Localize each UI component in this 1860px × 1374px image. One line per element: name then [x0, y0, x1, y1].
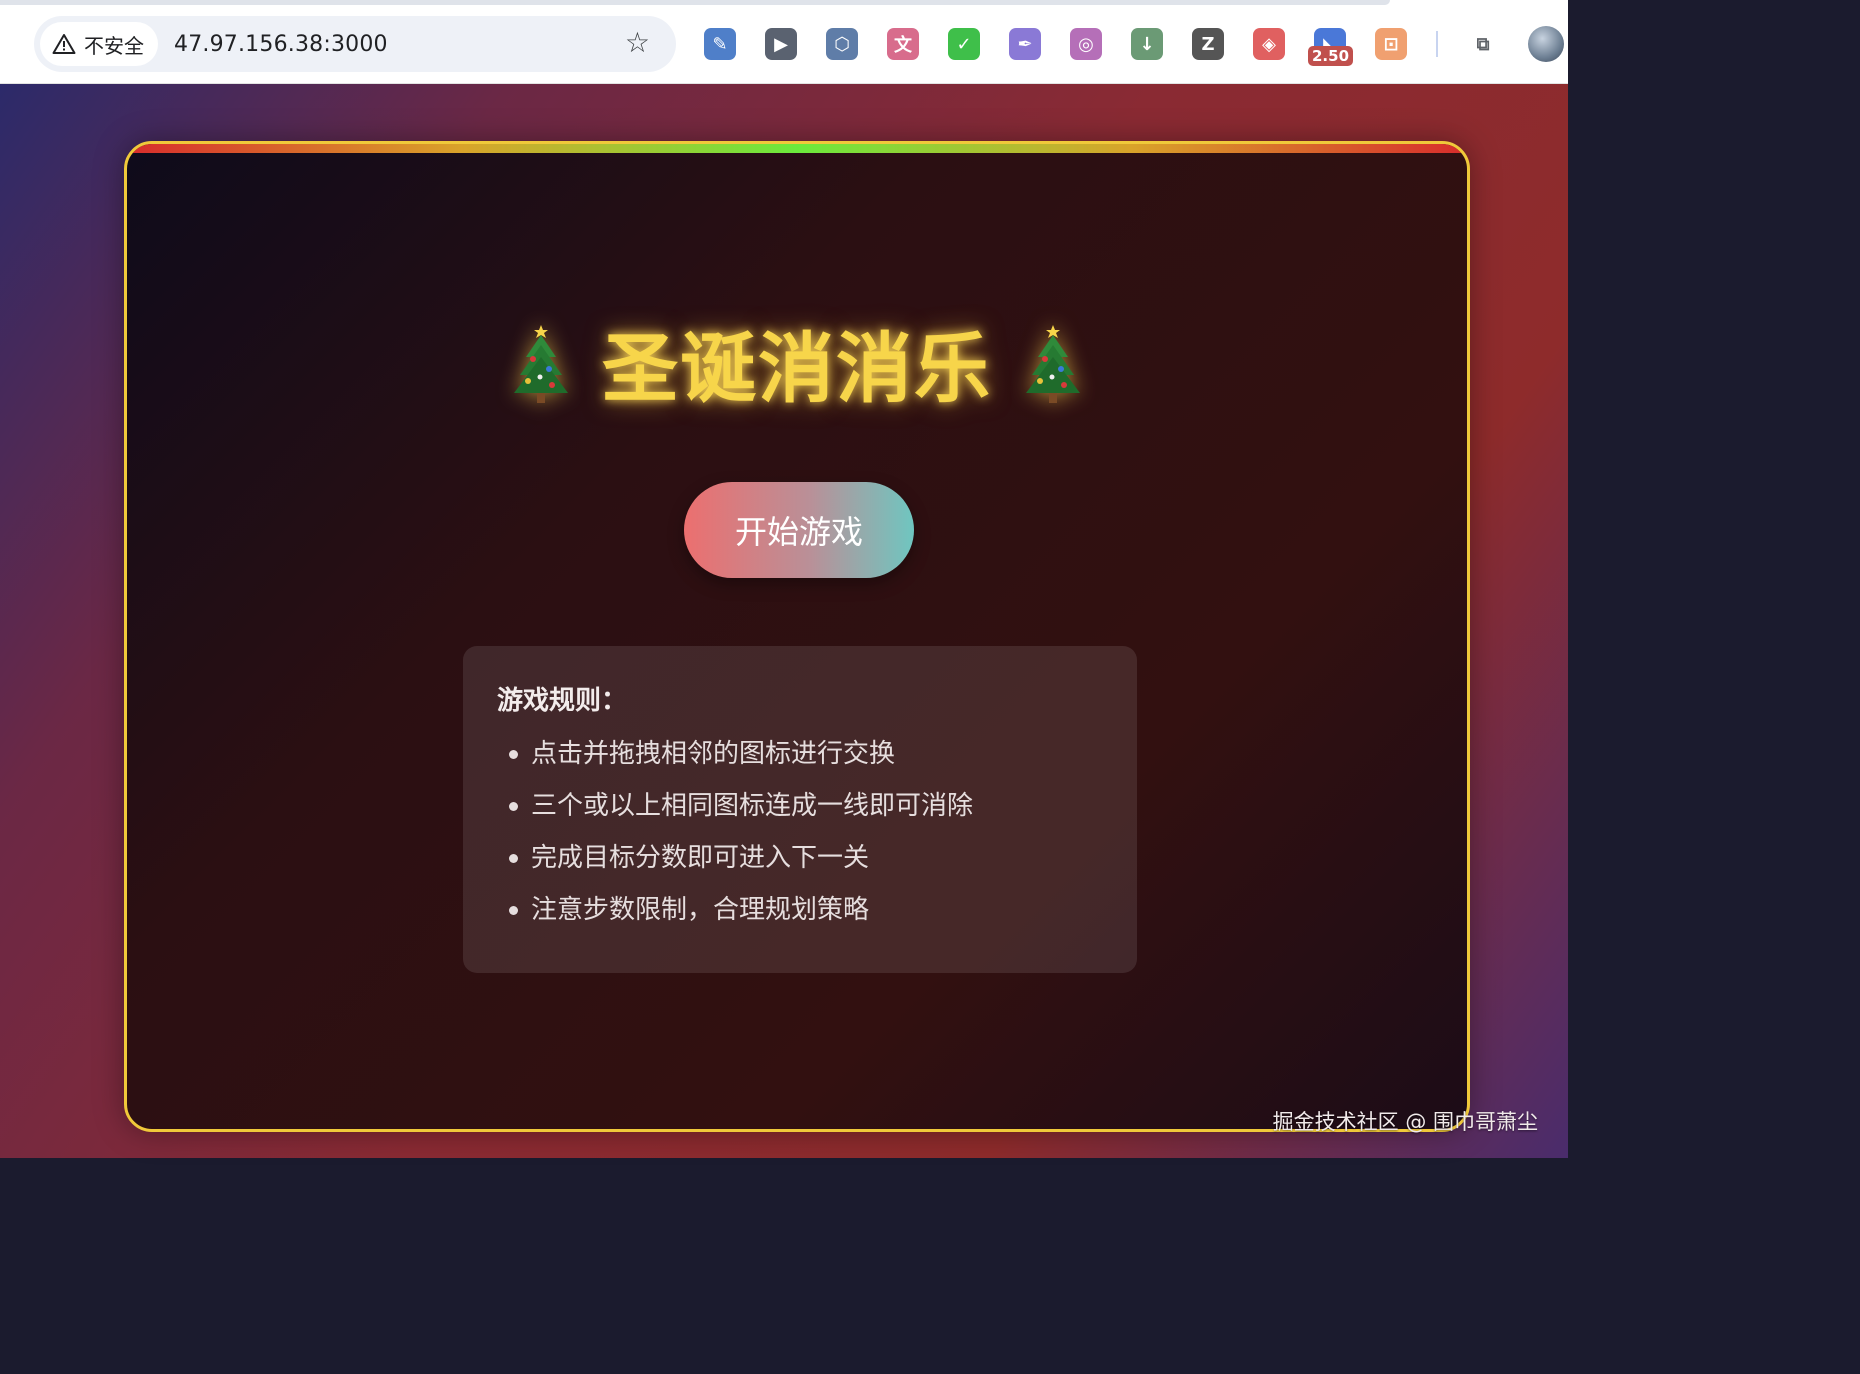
cast-extension-icon[interactable]: ◈: [1253, 28, 1285, 60]
rainbow-top-bar: [127, 144, 1467, 153]
rule-text: 三个或以上相同图标连成一线即可消除: [531, 791, 974, 821]
extensions-toolbar: ✎ ▶ ⬡ 文 ✓ ✒ ◎ ↓ Z ◈ ◣ 2.50 ⊡ ⧉: [704, 26, 1564, 66]
rule-text: 完成目标分数即可进入下一关: [531, 843, 870, 873]
bullet-icon: [509, 802, 518, 811]
rule-item: 点击并拖拽相邻的图标进行交换: [497, 736, 1103, 788]
speed-extension-icon[interactable]: ◣ 2.50: [1308, 28, 1354, 66]
rules-panel: 游戏规则： 点击并拖拽相邻的图标进行交换 三个或以上相同图标连成一线即可消除 完…: [463, 646, 1137, 973]
page-background: 圣诞消消乐 开始游戏 游戏规则： 点击并拖拽相邻的图标进行交换 三个或以上相同图…: [0, 84, 1568, 1158]
christmas-tree-icon: [1026, 325, 1080, 403]
bullet-icon: [509, 906, 518, 915]
toolbar-divider: [1436, 31, 1438, 57]
bookmark-star-icon[interactable]: ☆: [625, 29, 650, 57]
browser-toolbar: 不安全 47.97.156.38:3000 ☆ ✎ ▶ ⬡ 文 ✓ ✒ ◎ ↓ Z ◈ ◣ 2.50 ⊡…: [0, 0, 1568, 84]
url-text[interactable]: 47.97.156.38:3000: [174, 32, 388, 57]
security-indicator-button[interactable]: 不安全: [40, 22, 158, 66]
zotero-extension-icon[interactable]: Z: [1192, 28, 1224, 60]
bullet-icon: [509, 854, 518, 863]
rule-item: 完成目标分数即可进入下一关: [497, 840, 1103, 892]
game-start-card: 圣诞消消乐 开始游戏 游戏规则： 点击并拖拽相邻的图标进行交换 三个或以上相同图…: [124, 141, 1470, 1132]
download-extension-icon[interactable]: ↓: [1131, 28, 1163, 60]
video-extension-icon[interactable]: ▶: [765, 28, 797, 60]
puzzle-extensions-icon[interactable]: ⧉: [1467, 28, 1499, 60]
extension-badge: 2.50: [1308, 46, 1354, 66]
security-label: 不安全: [84, 33, 144, 58]
rule-item: 三个或以上相同图标连成一线即可消除: [497, 788, 1103, 840]
title-row: 圣诞消消乐: [127, 312, 1467, 413]
rule-item: 注意步数限制，合理规划策略: [497, 892, 1103, 944]
watermark: 掘金技术社区 @ 围巾哥萧尘: [1272, 1110, 1538, 1134]
game-title: 圣诞消消乐: [602, 324, 992, 413]
christmas-tree-icon: [514, 325, 568, 403]
address-bar[interactable]: 不安全 47.97.156.38:3000 ☆: [34, 16, 676, 72]
check-extension-icon[interactable]: ✓: [948, 28, 980, 60]
profile-avatar[interactable]: [1528, 26, 1564, 62]
rule-text: 点击并拖拽相邻的图标进行交换: [531, 739, 896, 769]
translate-extension-icon[interactable]: 文: [887, 28, 919, 60]
rules-title: 游戏规则：: [497, 686, 628, 716]
tab-strip-edge: [0, 0, 1390, 5]
rule-text: 注意步数限制，合理规划策略: [531, 895, 870, 925]
warning-triangle-icon: [52, 33, 76, 55]
rules-list: 点击并拖拽相邻的图标进行交换 三个或以上相同图标连成一线即可消除 完成目标分数即…: [497, 736, 1103, 944]
hex-extension-icon[interactable]: ⬡: [826, 28, 858, 60]
media-extension-icon[interactable]: ⊡: [1375, 28, 1407, 60]
quill-extension-icon[interactable]: ✒: [1009, 28, 1041, 60]
bullet-icon: [509, 750, 518, 759]
start-game-button[interactable]: 开始游戏: [684, 482, 914, 578]
pen-extension-icon[interactable]: ✎: [704, 28, 736, 60]
screenshot-extension-icon[interactable]: ◎: [1070, 28, 1102, 60]
